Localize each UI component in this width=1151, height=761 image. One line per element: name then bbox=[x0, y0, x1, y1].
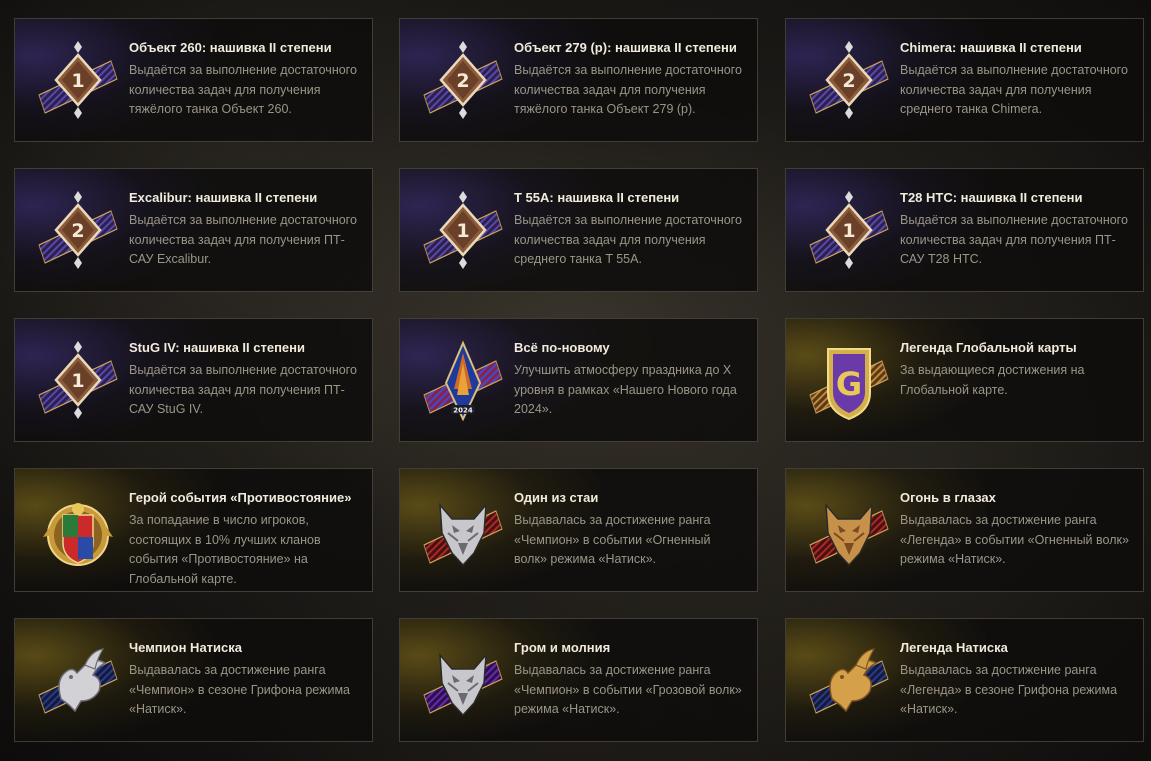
svg-text:1: 1 bbox=[456, 220, 469, 242]
clan-crest-medal-icon bbox=[43, 503, 113, 566]
achievement-card[interactable]: Чемпион Натиска Выдавалась за достижение … bbox=[14, 618, 373, 742]
achievement-title: Всё по-новому bbox=[514, 340, 610, 355]
svg-text:G: G bbox=[836, 365, 862, 403]
achievement-description: Выдаётся за выполнение достаточного коли… bbox=[129, 63, 357, 116]
achievement-title: T28 HTC: нашивка II степени bbox=[900, 190, 1083, 205]
achievement-card[interactable]: 1 T 55A: нашивка II степени Выдаётся за вы… bbox=[399, 168, 758, 292]
svg-text:1: 1 bbox=[71, 70, 84, 92]
storm-wolf-badge-icon bbox=[423, 652, 503, 717]
stripe-badge-icon: 2 bbox=[809, 41, 889, 119]
achievement-card[interactable]: Гром и молния Выдавалась за достижение ра… bbox=[399, 618, 758, 742]
achievement-card[interactable]: 2 Объект 279 (р): нашивка II степени Выдаё… bbox=[399, 18, 758, 142]
new-year-tree-badge-icon: 2024 bbox=[423, 340, 503, 422]
achievement-card[interactable]: 2 Excalibur: нашивка II степени Выдаётся з… bbox=[14, 168, 373, 292]
svg-text:1: 1 bbox=[842, 220, 855, 242]
stripe-badge-icon: 1 bbox=[38, 41, 118, 119]
svg-text:2: 2 bbox=[71, 220, 84, 242]
achievement-card[interactable]: 2 Chimera: нашивка II степени Выдаётся за … bbox=[785, 18, 1144, 142]
achievement-card[interactable]: Легенда Натиска Выдавалась за достижение … bbox=[785, 618, 1144, 742]
svg-text:2: 2 bbox=[456, 70, 469, 92]
achievement-description: Выдавалась за достижение ранга «Чемпион»… bbox=[129, 663, 350, 716]
achievement-card[interactable]: 2024 Всё по-новому Улучшить атмосферу праз… bbox=[399, 318, 758, 442]
achievement-card[interactable]: 1 Объект 260: нашивка II степени Выдаётся … bbox=[14, 18, 373, 142]
achievement-title: Объект 279 (р): нашивка II степени bbox=[514, 40, 737, 55]
achievement-title: Объект 260: нашивка II степени bbox=[129, 40, 332, 55]
achievement-description: За выдающиеся достижения на Глобальной к… bbox=[900, 363, 1085, 397]
achievement-card[interactable]: Герой события «Противостояние» За попадан… bbox=[14, 468, 373, 592]
global-map-shield-icon: G bbox=[809, 348, 889, 421]
achievement-title: Гром и молния bbox=[514, 640, 611, 655]
achievement-title: Легенда Глобальной карты bbox=[900, 340, 1077, 355]
stripe-badge-icon: 2 bbox=[38, 191, 118, 269]
silver-wolf-badge-icon bbox=[423, 502, 503, 567]
achievement-description: Выдаётся за выполнение достаточного коли… bbox=[129, 363, 357, 416]
achievement-description: Улучшить атмосферу праздника до X уровня… bbox=[514, 363, 737, 416]
gold-griffin-badge-icon bbox=[809, 648, 889, 714]
svg-text:1: 1 bbox=[71, 370, 84, 392]
achievement-description: Выдаётся за выполнение достаточного коли… bbox=[514, 63, 742, 116]
achievement-title: T 55A: нашивка II степени bbox=[514, 190, 680, 205]
achievement-card[interactable]: Один из стаи Выдавалась за достижение ран… bbox=[399, 468, 758, 592]
achievement-description: Выдаётся за выполнение достаточного коли… bbox=[129, 213, 357, 266]
achievement-title: Легенда Натиска bbox=[900, 640, 1008, 655]
achievement-description: Выдавалась за достижение ранга «Чемпион»… bbox=[514, 513, 711, 566]
achievement-title: Excalibur: нашивка II степени bbox=[129, 190, 318, 205]
silver-griffin-badge-icon bbox=[38, 648, 118, 714]
achievement-card[interactable]: 1 StuG IV: нашивка II степени Выдаётся за … bbox=[14, 318, 373, 442]
achievement-title: Огонь в глазах bbox=[900, 490, 996, 505]
achievement-description: Выдаётся за выполнение достаточного коли… bbox=[514, 213, 742, 266]
achievement-title: StuG IV: нашивка II степени bbox=[129, 340, 306, 355]
achievement-description: За попадание в число игроков, состоящих … bbox=[129, 513, 321, 586]
stripe-badge-icon: 1 bbox=[809, 191, 889, 269]
gold-wolf-badge-icon bbox=[809, 502, 889, 567]
achievement-card[interactable]: G Легенда Глобальной карты За выдающиеся д… bbox=[785, 318, 1144, 442]
achievement-title: Чемпион Натиска bbox=[129, 640, 243, 655]
svg-text:2024: 2024 bbox=[453, 407, 473, 415]
achievement-description: Выдавалась за достижение ранга «Чемпион»… bbox=[514, 663, 742, 716]
svg-text:2: 2 bbox=[842, 70, 855, 92]
achievement-card[interactable]: Огонь в глазах Выдавалась за достижение р… bbox=[785, 468, 1144, 592]
achievement-title: Один из стаи bbox=[514, 490, 599, 505]
achievement-description: Выдаётся за выполнение достаточного коли… bbox=[900, 213, 1128, 266]
achievement-description: Выдаётся за выполнение достаточного коли… bbox=[900, 63, 1128, 116]
achievement-description: Выдавалась за достижение ранга «Легенда»… bbox=[900, 513, 1129, 566]
achievement-card[interactable]: 1 T28 HTC: нашивка II степени Выдаётся за … bbox=[785, 168, 1144, 292]
achievement-title: Chimera: нашивка II степени bbox=[900, 40, 1082, 55]
achievement-description: Выдавалась за достижение ранга «Легенда»… bbox=[900, 663, 1118, 716]
stripe-badge-icon: 1 bbox=[38, 341, 118, 419]
achievement-title: Герой события «Противостояние» bbox=[129, 490, 352, 505]
stripe-badge-icon: 2 bbox=[423, 41, 503, 119]
stripe-badge-icon: 1 bbox=[423, 191, 503, 269]
